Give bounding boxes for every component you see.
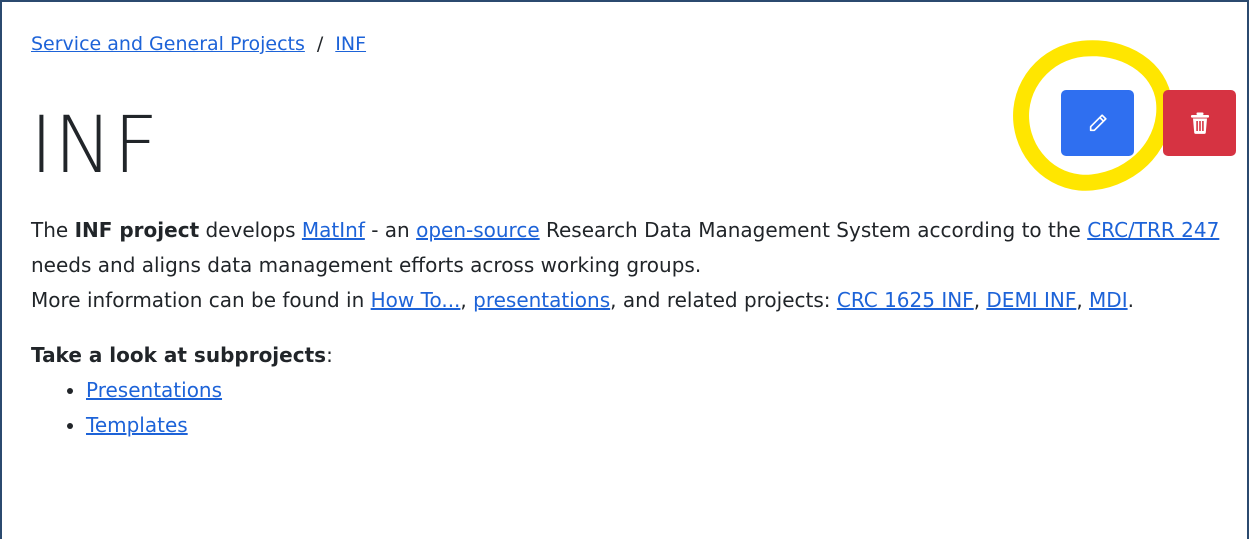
crc-1625-inf-link[interactable]: CRC 1625 INF: [837, 288, 974, 312]
subproject-link-presentations[interactable]: Presentations: [86, 378, 222, 402]
matinf-link[interactable]: MatInf: [302, 218, 365, 242]
description-text: More information can be found in: [31, 288, 371, 312]
breadcrumb: Service and General Projects / INF: [31, 30, 366, 58]
description-text: The: [31, 218, 75, 242]
open-source-link[interactable]: open-source: [416, 218, 540, 242]
breadcrumb-link-inf[interactable]: INF: [335, 33, 366, 55]
pencil-icon: [1087, 112, 1109, 134]
breadcrumb-link-service-projects[interactable]: Service and General Projects: [31, 33, 305, 55]
description-text: ,: [460, 288, 474, 312]
trash-icon: [1190, 112, 1210, 134]
list-item: Templates: [86, 408, 1236, 443]
mdi-link[interactable]: MDI: [1089, 288, 1128, 312]
subproject-link-templates[interactable]: Templates: [86, 413, 188, 437]
list-item: Presentations: [86, 373, 1236, 408]
description-text: needs and aligns data management efforts…: [31, 253, 702, 277]
how-to-link[interactable]: How To...: [371, 288, 461, 312]
subprojects-list: Presentations Templates: [31, 373, 1236, 443]
page-title: INF: [30, 101, 160, 191]
crc-trr-247-link[interactable]: CRC/TRR 247: [1087, 218, 1219, 242]
presentations-link[interactable]: presentations: [473, 288, 610, 312]
subprojects-heading: Take a look at subprojects:: [31, 343, 333, 367]
edit-button[interactable]: [1061, 90, 1134, 156]
description-paragraph: The INF project develops MatInf - an ope…: [31, 213, 1236, 318]
project-description: The INF project develops MatInf - an ope…: [31, 213, 1236, 443]
description-text: - an: [364, 218, 417, 242]
description-text: develops: [199, 218, 302, 242]
demi-inf-link[interactable]: DEMI INF: [986, 288, 1076, 312]
description-text: ,: [973, 288, 987, 312]
delete-button[interactable]: [1163, 90, 1236, 156]
project-name-bold: INF project: [74, 218, 200, 242]
description-text: Research Data Management System accordin…: [539, 218, 1088, 242]
description-text: ,: [1076, 288, 1090, 312]
description-text: .: [1127, 288, 1134, 312]
breadcrumb-separator: /: [316, 33, 324, 55]
description-text: , and related projects:: [610, 288, 837, 312]
